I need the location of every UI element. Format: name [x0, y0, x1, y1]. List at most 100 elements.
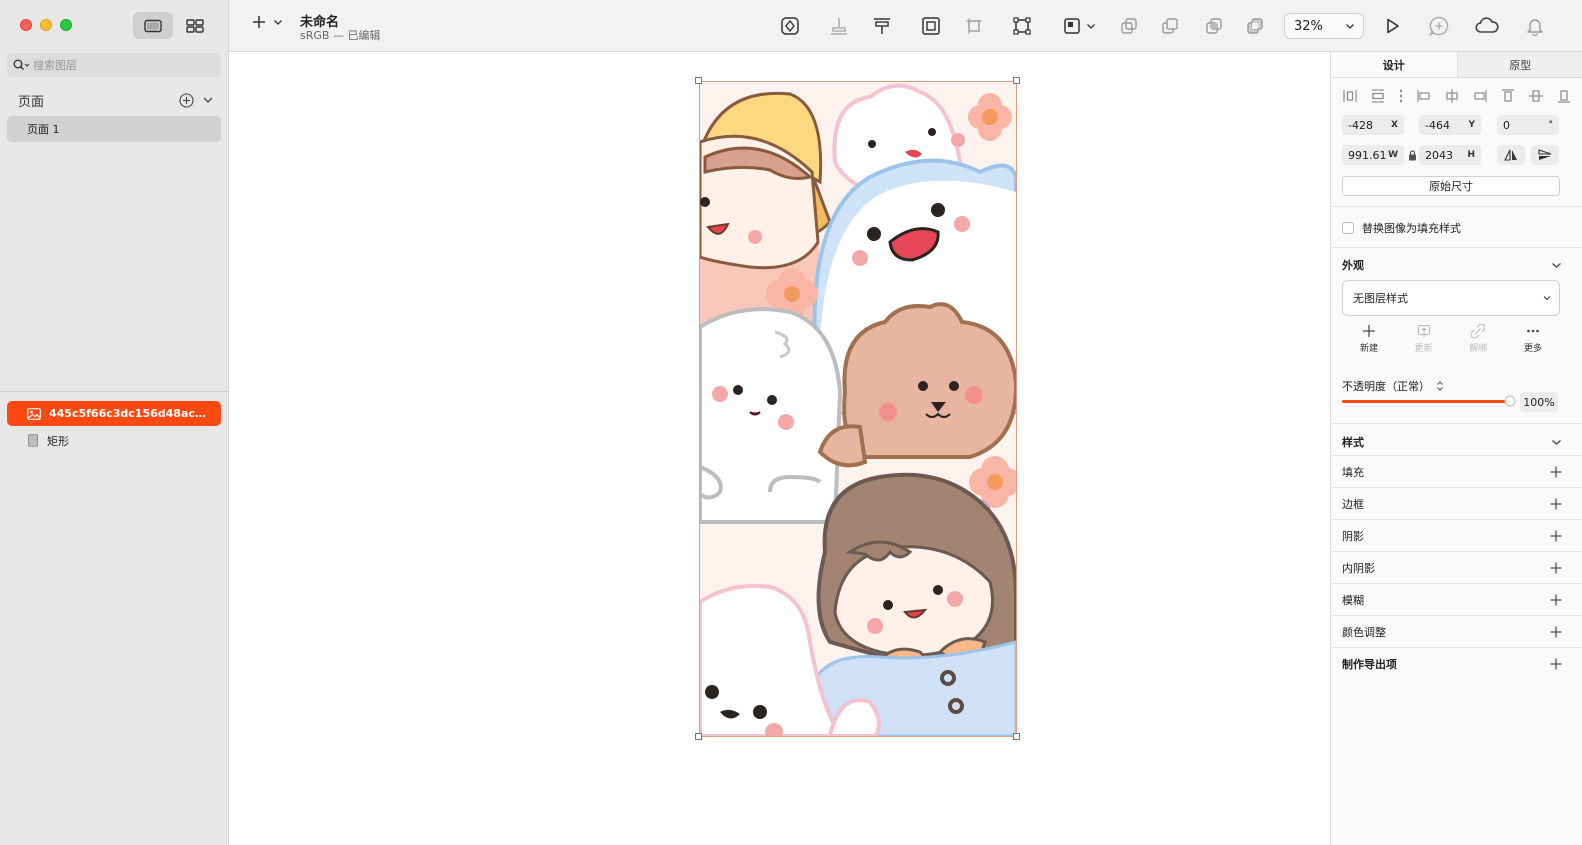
distribute-horizontal-icon[interactable] [1342, 88, 1358, 104]
union-button[interactable] [1117, 14, 1141, 38]
x-value: -428 [1348, 118, 1373, 132]
opacity-value: 100% [1523, 395, 1555, 409]
close-window-button[interactable] [20, 19, 32, 31]
x-position-field[interactable]: -428 X [1342, 115, 1404, 135]
chevron-down-icon [1552, 439, 1561, 445]
page-item-label: 页面 1 [27, 123, 60, 136]
y-value: -464 [1425, 118, 1450, 132]
chevron-updown-icon [1346, 23, 1354, 29]
more-style-button[interactable]: 更多 [1506, 324, 1560, 360]
layer-search-box[interactable] [7, 53, 221, 77]
add-color-adjust-icon[interactable] [1550, 626, 1562, 638]
inner-shadow-row[interactable]: 内阴影 [1342, 560, 1562, 576]
insert-button[interactable] [251, 14, 283, 30]
zoom-window-button[interactable] [60, 19, 72, 31]
more-vertical-icon[interactable] [1398, 88, 1404, 104]
tab-design[interactable]: 设计 [1331, 52, 1458, 77]
subtract-button[interactable] [1158, 14, 1182, 38]
layer-style-select[interactable]: 无图层样式 [1342, 280, 1560, 316]
new-style-button[interactable]: 新建 [1342, 324, 1396, 360]
shadow-row[interactable]: 阴影 [1342, 528, 1562, 544]
pages-header: 页面 [18, 91, 214, 110]
resize-handle-bottom-right[interactable] [1013, 733, 1020, 740]
replace-fill-checkbox[interactable] [1342, 222, 1354, 234]
update-style-label: 更新 [1414, 344, 1433, 354]
resize-handle-top-left[interactable] [695, 77, 702, 84]
original-size-button[interactable]: 原始尺寸 [1342, 176, 1560, 196]
flip-vertical-button[interactable] [1531, 145, 1559, 165]
height-field[interactable]: 2043 H [1419, 145, 1481, 165]
fill-row[interactable]: 填充 [1342, 464, 1562, 480]
blur-row[interactable]: 模糊 [1342, 592, 1562, 608]
style-title: 样式 [1342, 436, 1364, 449]
add-export-icon[interactable] [1550, 658, 1562, 670]
notifications-button[interactable] [1523, 14, 1547, 38]
tab-prototype[interactable]: 原型 [1458, 52, 1582, 77]
minimize-window-button[interactable] [40, 19, 52, 31]
canvas-area[interactable] [229, 52, 1330, 845]
preview-button[interactable] [1380, 14, 1404, 38]
layer-row-rectangle[interactable]: 矩形 [7, 428, 221, 453]
canvas-view-button[interactable] [133, 12, 173, 39]
align-right-icon[interactable] [1472, 88, 1488, 104]
opacity-slider-knob[interactable] [1504, 395, 1516, 407]
main-toolbar: 未命名 sRGB — 已编辑 32% [229, 0, 1582, 52]
grid-view-button[interactable] [175, 12, 215, 39]
create-symbol-button[interactable] [778, 14, 802, 38]
scale-button[interactable] [962, 14, 986, 38]
more-horizontal-icon [1527, 329, 1539, 333]
add-border-icon[interactable] [1550, 498, 1562, 510]
update-style-button[interactable]: 更新 [1397, 324, 1451, 360]
document-subtitle: sRGB — 已编辑 [300, 29, 381, 42]
align-bottom-icon[interactable] [1556, 88, 1572, 104]
style-section-header[interactable]: 样式 [1342, 434, 1562, 450]
rotation-field[interactable]: 0 ° [1497, 115, 1559, 135]
add-blur-icon[interactable] [1550, 594, 1562, 606]
border-row[interactable]: 边框 [1342, 496, 1562, 512]
lock-icon[interactable] [1408, 150, 1417, 161]
y-position-field[interactable]: -464 Y [1419, 115, 1481, 135]
page-item[interactable]: 页面 1 [7, 116, 221, 142]
y-suffix: Y [1468, 120, 1475, 130]
align-top-icon[interactable] [1500, 88, 1516, 104]
divider [1331, 615, 1582, 616]
detach-style-button[interactable]: 解绑 [1451, 324, 1505, 360]
intersect-button[interactable] [1202, 14, 1226, 38]
mask-button[interactable] [919, 14, 943, 38]
chevron-down-icon [1552, 262, 1561, 268]
zoom-select[interactable]: 32% [1284, 13, 1364, 39]
more-style-label: 更多 [1523, 344, 1542, 354]
appearance-title: 外观 [1342, 259, 1364, 272]
appearance-section-header[interactable]: 外观 [1342, 257, 1562, 273]
align-left-icon[interactable] [1416, 88, 1432, 104]
flatten-button[interactable] [1010, 14, 1034, 38]
distribute-vertical-icon[interactable] [1370, 88, 1386, 104]
resize-button[interactable] [1059, 14, 1099, 38]
layer-row-image[interactable]: 445c5f66c3dc156d48ac58b... [7, 401, 221, 426]
resize-handle-top-right[interactable] [1013, 77, 1020, 84]
add-fill-icon[interactable] [1550, 466, 1562, 478]
resize-handle-bottom-left[interactable] [695, 733, 702, 740]
chevron-down-icon[interactable] [202, 96, 214, 104]
opacity-label[interactable]: 不透明度（正常） [1342, 378, 1430, 394]
align-top-button[interactable] [870, 14, 894, 38]
export-row[interactable]: 制作导出项 [1342, 656, 1562, 672]
selected-image[interactable] [699, 81, 1017, 737]
difference-button[interactable] [1243, 14, 1267, 38]
opacity-value-field[interactable]: 100% [1520, 392, 1558, 412]
opacity-slider-track[interactable] [1342, 400, 1514, 403]
add-shadow-icon[interactable] [1550, 530, 1562, 542]
width-field[interactable]: 991.61 W [1342, 145, 1404, 165]
chevron-updown-icon[interactable] [1436, 380, 1444, 392]
layer-search-input[interactable] [33, 58, 203, 72]
flip-horizontal-button[interactable] [1497, 145, 1525, 165]
add-inner-shadow-icon[interactable] [1550, 562, 1562, 574]
align-baseline-button[interactable] [827, 14, 851, 38]
cloud-button[interactable] [1474, 14, 1500, 38]
comments-button[interactable] [1427, 14, 1451, 38]
chevron-down-icon [1087, 23, 1095, 29]
align-center-horizontal-icon[interactable] [1444, 88, 1460, 104]
color-adjust-row[interactable]: 颜色调整 [1342, 624, 1562, 640]
align-middle-vertical-icon[interactable] [1528, 88, 1544, 104]
add-page-icon[interactable] [179, 92, 194, 108]
